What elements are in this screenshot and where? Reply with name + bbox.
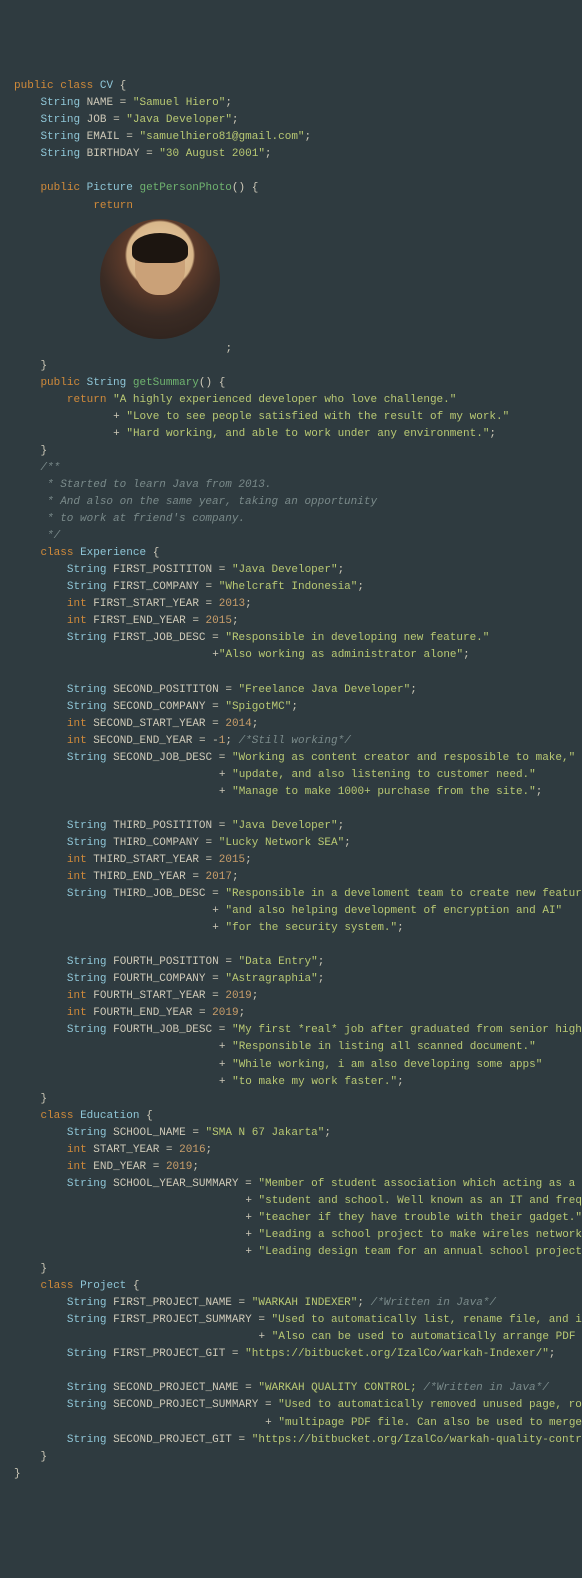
- code-line: }: [14, 1091, 568, 1108]
- code-line: + "to make my work faster.";: [14, 1074, 568, 1091]
- code-line-blank: [14, 163, 568, 180]
- code-line: String THIRD_COMPANY = "Lucky Network SE…: [14, 835, 568, 852]
- code-line: class Experience {: [14, 545, 568, 562]
- code-line: String SECOND_COMPANY = "SpigotMC";: [14, 699, 568, 716]
- code-line: + "While working, i am also developing s…: [14, 1057, 568, 1074]
- code-line: + "Leading design team for an annual sch…: [14, 1244, 568, 1261]
- code-line: String FIRST_JOB_DESC = "Responsible in …: [14, 630, 568, 647]
- code-line-blank: [14, 664, 568, 681]
- code-line: String SECOND_PROJECT_GIT = "https://bit…: [14, 1432, 568, 1449]
- code-line: String JOB = "Java Developer";: [14, 112, 568, 129]
- code-line: public Picture getPersonPhoto() {: [14, 180, 568, 197]
- code-line: }: [14, 1261, 568, 1278]
- code-line: + "Hard working, and able to work under …: [14, 426, 568, 443]
- code-line: String SECOND_PROJECT_NAME = "WARKAH QUA…: [14, 1380, 568, 1397]
- code-line: int THIRD_START_YEAR = 2015;: [14, 852, 568, 869]
- code-line: String SECOND_POSITITON = "Freelance Jav…: [14, 682, 568, 699]
- code-line: int FOURTH_END_YEAR = 2019;: [14, 1005, 568, 1022]
- code-line: }: [14, 443, 568, 460]
- code-line: + "Leading a school project to make wire…: [14, 1227, 568, 1244]
- code-line: String FOURTH_POSITITON = "Data Entry";: [14, 954, 568, 971]
- code-line: String SECOND_JOB_DESC = "Working as con…: [14, 750, 568, 767]
- code-viewer: public class CV { String NAME = "Samuel …: [14, 78, 568, 1483]
- code-line: int THIRD_END_YEAR = 2017;: [14, 869, 568, 886]
- code-line: * to work at friend's company.: [14, 511, 568, 528]
- code-line: String SCHOOL_NAME = "SMA N 67 Jakarta";: [14, 1125, 568, 1142]
- code-line: String SCHOOL_YEAR_SUMMARY = "Member of …: [14, 1176, 568, 1193]
- code-line: class Education {: [14, 1108, 568, 1125]
- code-line: +"Also working as administrator alone";: [14, 647, 568, 664]
- code-line-blank: [14, 801, 568, 818]
- code-line: + "Manage to make 1000+ purchase from th…: [14, 784, 568, 801]
- profile-photo: [100, 219, 220, 339]
- code-line: + "Also can be used to automatically arr…: [14, 1329, 568, 1346]
- code-line: String FIRST_PROJECT_SUMMARY = "Used to …: [14, 1312, 568, 1329]
- code-line: + "and also helping development of encry…: [14, 903, 568, 920]
- code-line: String FOURTH_JOB_DESC = "My first *real…: [14, 1022, 568, 1039]
- code-line: public String getSummary() {: [14, 375, 568, 392]
- code-line: /**: [14, 460, 568, 477]
- code-line: + "Responsible in listing all scanned do…: [14, 1039, 568, 1056]
- code-line: + "multipage PDF file. Can also be used …: [14, 1415, 568, 1432]
- code-line: class Project {: [14, 1278, 568, 1295]
- code-line: public class CV {: [14, 78, 568, 95]
- code-line: return "A highly experienced developer w…: [14, 392, 568, 409]
- code-line: String SECOND_PROJECT_SUMMARY = "Used to…: [14, 1397, 568, 1414]
- code-line: + "Love to see people satisfied with the…: [14, 409, 568, 426]
- code-line: ;: [14, 341, 568, 358]
- code-line: String FIRST_POSITITON = "Java Developer…: [14, 562, 568, 579]
- code-line: String EMAIL = "samuelhiero81@gmail.com"…: [14, 129, 568, 146]
- code-line: String BIRTHDAY = "30 August 2001";: [14, 146, 568, 163]
- code-line: String FOURTH_COMPANY = "Astragraphia";: [14, 971, 568, 988]
- code-line: + "teacher if they have trouble with the…: [14, 1210, 568, 1227]
- code-line: + "for the security system.";: [14, 920, 568, 937]
- code-line: * Started to learn Java from 2013.: [14, 477, 568, 494]
- code-line: int FIRST_START_YEAR = 2013;: [14, 596, 568, 613]
- code-line: String THIRD_JOB_DESC = "Responsible in …: [14, 886, 568, 903]
- code-line: return: [14, 198, 568, 215]
- code-line: * And also on the same year, taking an o…: [14, 494, 568, 511]
- code-line: */: [14, 528, 568, 545]
- code-line: }: [14, 1466, 568, 1483]
- code-line: + "student and school. Well known as an …: [14, 1193, 568, 1210]
- code-line: String FIRST_PROJECT_GIT = "https://bitb…: [14, 1346, 568, 1363]
- code-line: }: [14, 1449, 568, 1466]
- code-line: int END_YEAR = 2019;: [14, 1159, 568, 1176]
- code-line: String NAME = "Samuel Hiero";: [14, 95, 568, 112]
- code-line: int SECOND_END_YEAR = -1; /*Still workin…: [14, 733, 568, 750]
- code-line: + "update, and also listening to custome…: [14, 767, 568, 784]
- code-line: }: [14, 358, 568, 375]
- code-line: int START_YEAR = 2016;: [14, 1142, 568, 1159]
- code-line: int SECOND_START_YEAR = 2014;: [14, 716, 568, 733]
- code-line-blank: [14, 1363, 568, 1380]
- code-line: int FIRST_END_YEAR = 2015;: [14, 613, 568, 630]
- code-line-blank: [14, 937, 568, 954]
- code-line: int FOURTH_START_YEAR = 2019;: [14, 988, 568, 1005]
- code-line: String FIRST_PROJECT_NAME = "WARKAH INDE…: [14, 1295, 568, 1312]
- code-line: String THIRD_POSITITON = "Java Developer…: [14, 818, 568, 835]
- code-line: String FIRST_COMPANY = "Whelcraft Indone…: [14, 579, 568, 596]
